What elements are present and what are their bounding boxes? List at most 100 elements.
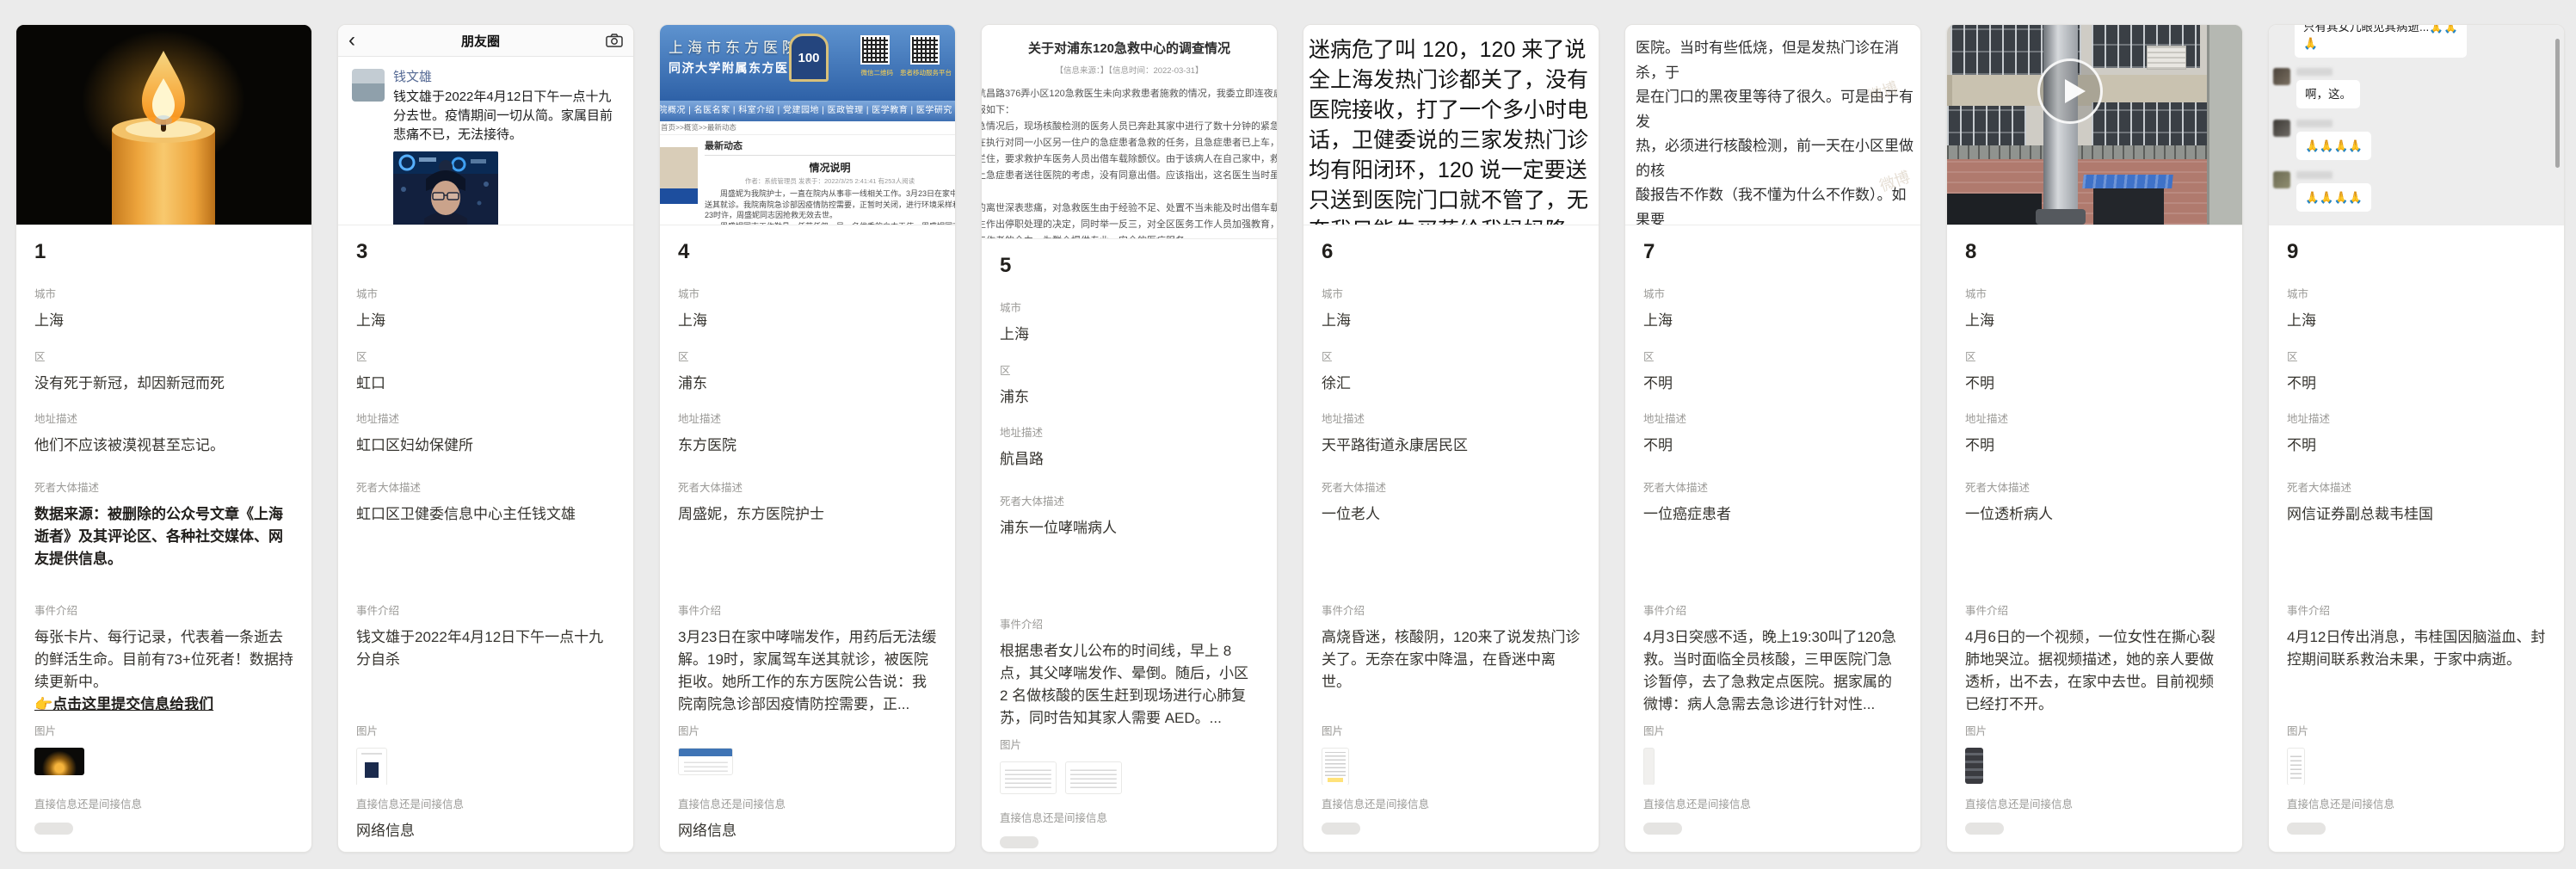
field-value-city: 上海 [34,310,293,332]
card-cover-weibo-screenshot: 医院。当时有些低烧，但是发热门诊在消杀，于 是在门口的黑夜里等待了很久。可是由于… [1625,25,1920,225]
field-value-city: 上海 [1000,324,1259,346]
field-label-event: 事件介绍 [34,604,293,619]
field-label-source: 直接信息还是间接信息 [34,798,293,812]
card-6[interactable]: 迷病危了叫 120，120 来了说 全上海发热门诊都关了，没有 医院接收，打了一… [1303,24,1599,853]
field-value-district: 没有死于新冠，却因新冠而死 [34,373,293,395]
field-value-deceased: 浦东一位哮喘病人 [1000,517,1259,539]
field-label-source: 直接信息还是间接信息 [1643,798,1902,812]
source-empty-pill [1965,823,2004,835]
field-label-deceased: 死者大体描述 [1322,481,1581,496]
avatar [2273,120,2290,137]
metal-pole [2043,25,2078,225]
field-value-event: 高烧昏迷，核酸阴，120来了说发热门诊关了。无奈在家中降温，在昏迷中离世。 [1322,626,1581,693]
card-3[interactable]: ‹ 朋友圈 钱文雄 钱文雄于2022年4月12日下午一点十九分去世。疫情期间一切… [337,24,634,853]
card-8[interactable]: 8 城市上海 区不明 地址描述不明 死者大体描述一位透析病人 事件介绍4月6日的… [1946,24,2243,853]
field-label-event: 事件介绍 [2287,604,2546,619]
field-label-images: 图片 [1322,724,1581,739]
back-icon: ‹ [348,27,355,54]
field-value-city: 上海 [1643,310,1902,332]
field-label-district: 区 [678,350,937,365]
source-empty-pill [1000,836,1038,848]
field-label-deceased: 死者大体描述 [34,481,293,496]
field-label-event: 事件介绍 [356,604,615,619]
field-label-images: 图片 [1000,738,1259,753]
field-label-images: 图片 [1643,724,1902,739]
hospital-100-logo: 100 [789,34,829,82]
field-value-district: 徐汇 [1322,373,1581,395]
image-thumbnail [1643,748,1655,785]
image-thumbnail [1965,748,1983,784]
blue-awning [2082,175,2173,188]
screenshot-text: 医院。当时有些低烧，但是发热门诊在消杀，于 是在门口的黑夜里等待了很久。可是由于… [1625,25,1920,225]
field-label-images: 图片 [34,724,293,739]
card-5[interactable]: 关于对浦东120急救中心的调查情况 【信息来源：】【信息时间：2022-03-3… [981,24,1278,853]
hospital-site-header: 上海市东方医院 同济大学附属东方医院 100 微信二维码 患者移动服务平台 [660,25,955,101]
field-value-district: 浦东 [1000,386,1259,409]
chat-bubble: 啊，这。 [2296,80,2360,108]
card-number: 1 [34,225,293,274]
field-label-source: 直接信息还是间接信息 [1965,798,2224,812]
chat-bubble: 只有其女儿眼见其病逝...🙏🙏 🙏 [2295,25,2467,58]
chat-username-blurred [2296,120,2333,127]
card-number: 9 [2287,225,2546,274]
field-label-district: 区 [1322,350,1581,365]
field-label-deceased: 死者大体描述 [1965,481,2224,496]
field-label-address: 地址描述 [678,412,937,427]
field-label-district: 区 [2287,350,2546,365]
field-label-district: 区 [356,350,615,365]
announcement-body: 周盛妮为我院护士，一直在院内从事非一线相关工作。3月23日在家中哮喘发作，用药后… [705,188,955,225]
field-label-address: 地址描述 [1000,426,1259,441]
field-label-deceased: 死者大体描述 [1643,481,1902,496]
chat-username-blurred [2296,171,2333,179]
field-label-address: 地址描述 [356,412,615,427]
field-label-district: 区 [34,350,293,365]
field-label-address: 地址描述 [34,412,293,427]
field-label-event: 事件介绍 [1965,604,2224,619]
post-author: 钱文雄 [393,69,623,86]
field-label-city: 城市 [34,287,293,302]
post-photo [393,151,498,225]
card-cover-candle [16,25,311,225]
card-cover-wechat-moments: ‹ 朋友圈 钱文雄 钱文雄于2022年4月12日下午一点十九分去世。疫情期间一切… [338,25,633,225]
announcement-meta: 作者：系统管理员 发表于：2022/3/25 2:41:41 有253人阅读 [705,176,955,186]
hospital-subname: 同济大学附属东方医院 [669,59,802,77]
card-4[interactable]: 上海市东方医院 同济大学附属东方医院 100 微信二维码 患者移动服务平台 医院… [659,24,956,853]
scrollbar [2555,39,2560,168]
card-number: 7 [1643,225,1902,274]
avatar [2273,68,2290,85]
field-value-district: 不明 [1643,373,1902,395]
field-value-address: 他们不应该被漠视甚至忘记。 [34,434,293,457]
image-thumbnail [1000,761,1057,794]
air-conditioner [2147,46,2186,70]
field-label-event: 事件介绍 [678,604,937,619]
field-value-district: 虹口 [356,373,615,395]
card-7[interactable]: 医院。当时有些低烧，但是发热门诊在消杀，于 是在门口的黑夜里等待了很久。可是由于… [1624,24,1921,853]
avatar [2273,171,2290,188]
field-value-deceased: 网信证券副总裁韦桂国 [2287,503,2546,526]
field-value-event: 4月6日的一个视频，一位女性在撕心裂肺地哭泣。据视频描述，她的亲人要做透析，出不… [1965,626,2224,712]
hospital-nav: 医院概况 | 名医名家 | 科室介绍 | 党建园地 | 医政管理 | 医学教育 … [660,101,955,121]
announcement-title: 情况说明 [705,160,955,175]
card-cover-video-still [1947,25,2242,225]
document-body: 航昌路376弄小区120急救医生未向求救患者施救的情况，我委立即连夜启动调 报如… [982,86,1277,239]
card-number: 6 [1322,225,1581,274]
wechat-moments-header: ‹ 朋友圈 [338,25,633,57]
card-number: 8 [1965,225,2224,274]
card-9[interactable]: 只有其女儿眼见其病逝...🙏🙏 🙏 啊，这。 🙏🙏🙏🙏 🙏🙏🙏🙏 9 [2268,24,2565,853]
field-label-images: 图片 [1965,724,2224,739]
card-1[interactable]: 1 城市上海 区没有死于新冠，却因新冠而死 地址描述他们不应该被漠视甚至忘记。 … [15,24,312,853]
field-value-district: 浦东 [678,373,937,395]
field-value-deceased: 周盛妮，东方医院护士 [678,503,937,526]
field-value-address: 东方医院 [678,434,937,457]
post-text: 钱文雄于2022年4月12日下午一点十九分去世。疫情期间一切从简。家属目前悲痛不… [393,88,623,145]
field-label-deceased: 死者大体描述 [1000,495,1259,509]
qr-caption: 患者移动服务平台 [900,68,952,77]
field-label-deceased: 死者大体描述 [678,481,937,496]
field-value-district: 不明 [2287,373,2546,395]
field-value-deceased: 数据来源：被删除的公众号文章《上海逝者》及其评论区、各种社交媒体、网友提供信息。 [34,503,293,570]
qr-code [860,35,890,65]
submit-info-link[interactable]: 👉点击这里提交信息给我们 [34,693,293,712]
camera-icon [606,34,623,47]
field-label-city: 城市 [1965,287,2224,302]
card-cover-wechat-chat: 只有其女儿眼见其病逝...🙏🙏 🙏 啊，这。 🙏🙏🙏🙏 🙏🙏🙏🙏 [2269,25,2564,225]
